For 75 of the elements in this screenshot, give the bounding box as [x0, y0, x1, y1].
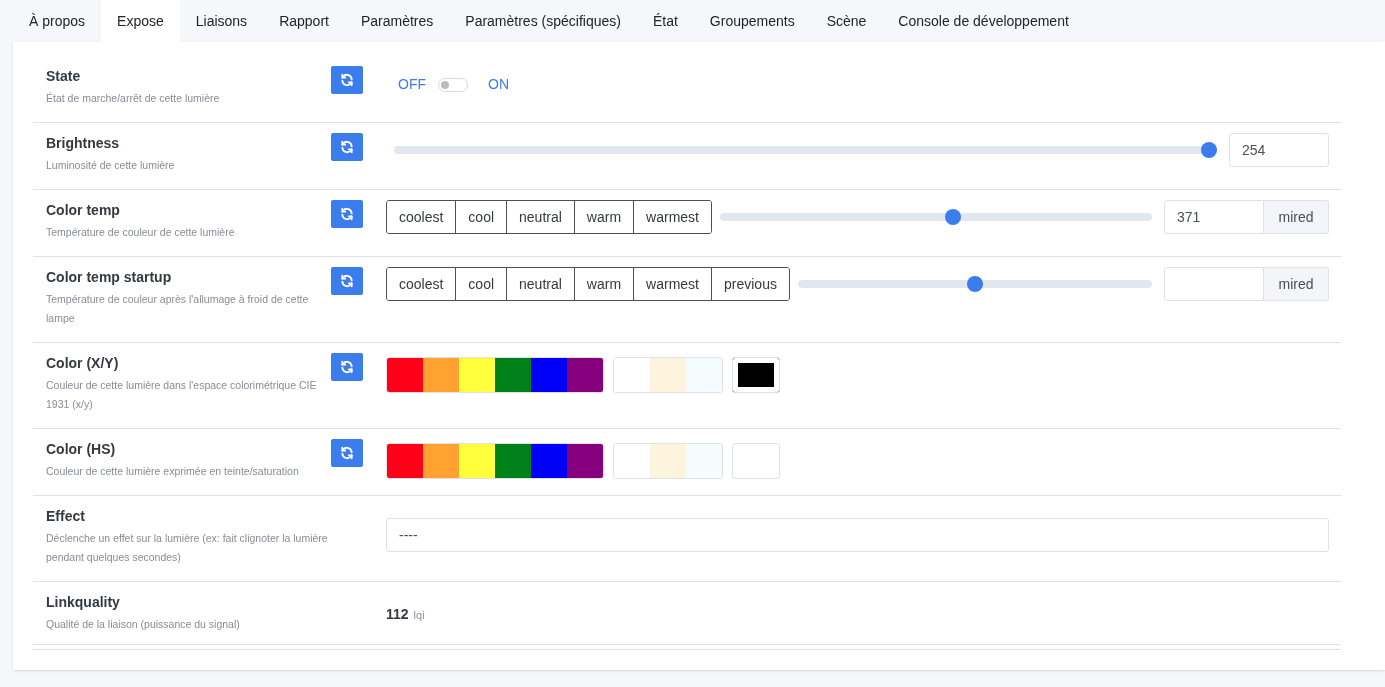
color-swatch[interactable]	[567, 358, 603, 392]
reading-unit: lqi	[413, 608, 425, 623]
tab[interactable]: À propos	[13, 0, 102, 42]
tab[interactable]: Scène	[810, 0, 883, 42]
off-label: OFF	[398, 75, 426, 94]
refresh-button[interactable]	[331, 267, 363, 295]
feature-description: État de marche/arrêt de cette lumière	[46, 91, 221, 106]
color-swatch[interactable]	[531, 444, 567, 478]
color-swatch[interactable]	[567, 444, 603, 478]
preset-button[interactable]: warmest	[633, 201, 711, 233]
feature-description: Luminosité de cette lumière	[46, 158, 176, 173]
refresh-button[interactable]	[331, 66, 363, 94]
feature-title: Color temp startup	[46, 268, 173, 287]
slider-thumb[interactable]	[1201, 142, 1217, 158]
color-swatch[interactable]	[459, 444, 495, 478]
refresh-button[interactable]	[331, 353, 363, 381]
tab[interactable]: Paramètres (spécifiques)	[449, 0, 637, 42]
color-swatch[interactable]	[387, 358, 423, 392]
tab[interactable]: Paramètres	[344, 0, 450, 42]
feature-title: Color (HS)	[46, 440, 117, 459]
feature-description: Couleur de cette lumière exprimée en teinte/saturation	[46, 464, 300, 479]
tab[interactable]: Expose	[101, 0, 180, 42]
refresh-icon	[340, 446, 354, 460]
color-swatch[interactable]	[495, 444, 531, 478]
color-swatch[interactable]	[423, 444, 459, 478]
refresh-button[interactable]	[331, 133, 363, 161]
color-swatch[interactable]	[650, 358, 686, 392]
feature-title: Color temp	[46, 201, 121, 220]
unit-label: mired	[1264, 200, 1329, 234]
feature-title: Brightness	[46, 134, 121, 153]
refresh-icon	[340, 140, 354, 154]
color-picker[interactable]	[732, 357, 780, 393]
tab[interactable]: Rapport	[263, 0, 345, 42]
color-swatch[interactable]	[423, 358, 459, 392]
slider-track[interactable]	[720, 209, 1152, 225]
number-field[interactable]: 254	[1229, 133, 1329, 167]
feature-description: Déclenche un effet sur la lumière (ex: fait clignoter la lumière pendant quelques secondes)	[46, 531, 329, 565]
feature-title: State	[46, 67, 82, 86]
tab[interactable]: Console de développement	[882, 0, 1085, 42]
feature-description: Température de couleur après l'allumage à froid de cette lampe	[46, 292, 310, 326]
color-swatch[interactable]	[459, 358, 495, 392]
feature-title: Effect	[46, 507, 86, 526]
refresh-icon	[340, 207, 354, 221]
slider-track[interactable]	[797, 276, 1152, 292]
slider-track[interactable]	[394, 142, 1217, 158]
tab[interactable]: État	[636, 0, 694, 42]
effect-select[interactable]: ----	[386, 518, 1329, 552]
feature-description: Couleur de cette lumière dans l'espace colorimétrique CIE 1931 (x/y)	[46, 378, 318, 412]
number-field[interactable]: 371	[1164, 200, 1264, 234]
color-swatch[interactable]	[686, 358, 722, 392]
unit-label: mired	[1264, 267, 1329, 301]
slider-thumb[interactable]	[966, 276, 983, 292]
color-swatch[interactable]	[531, 358, 567, 392]
color-swatch[interactable]	[495, 358, 531, 392]
feature-description: Température de couleur de cette lumière	[46, 225, 236, 240]
refresh-button[interactable]	[331, 439, 363, 467]
refresh-button[interactable]	[331, 200, 363, 228]
tab[interactable]: Liaisons	[179, 0, 264, 42]
toggle-switch[interactable]	[438, 77, 468, 92]
reading-value: 112	[386, 605, 409, 624]
feature-description: Qualité de la liaison (puissance du signal)	[46, 617, 241, 632]
number-field[interactable]	[1164, 267, 1264, 301]
refresh-icon	[340, 360, 354, 374]
slider-thumb[interactable]	[944, 209, 961, 225]
refresh-icon	[340, 274, 354, 288]
color-picker[interactable]	[732, 443, 780, 479]
feature-title: Color (X/Y)	[46, 354, 120, 373]
on-label: ON	[488, 75, 509, 94]
color-swatch[interactable]	[686, 444, 722, 478]
color-swatch[interactable]	[387, 444, 423, 478]
refresh-icon	[340, 73, 354, 87]
tab[interactable]: Groupements	[693, 0, 811, 42]
feature-title: Linkquality	[46, 593, 121, 612]
preset-button[interactable]: previous	[711, 268, 789, 300]
color-swatch[interactable]	[650, 444, 686, 478]
